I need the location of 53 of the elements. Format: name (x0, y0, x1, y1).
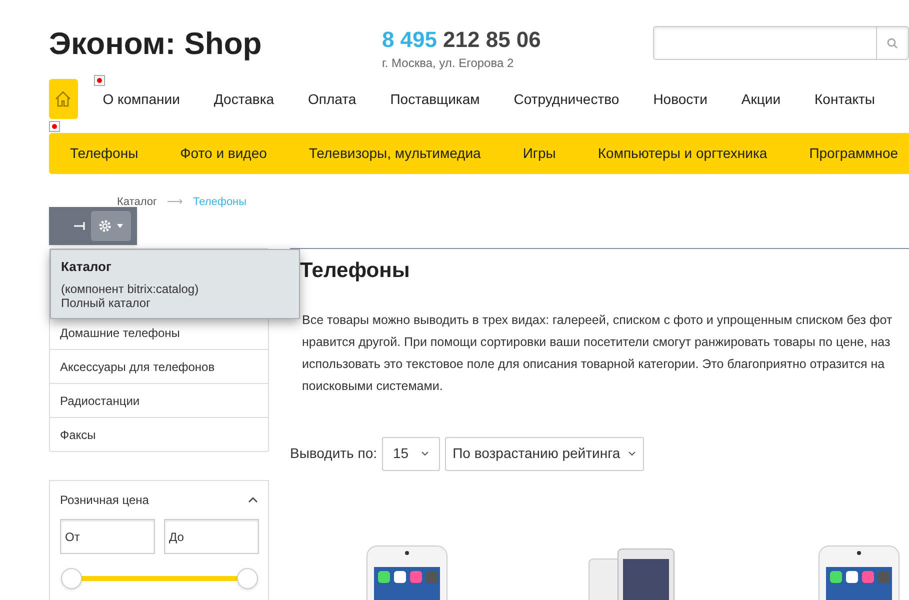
price-to-field[interactable]: До (164, 519, 259, 554)
settings-icon (97, 218, 113, 234)
sidebar-item[interactable]: Аксессуары для телефонов (50, 349, 268, 383)
chevron-down-icon (420, 451, 429, 456)
per-page-select[interactable]: 15 (382, 436, 440, 470)
search-icon[interactable] (887, 38, 898, 48)
slider-thumb[interactable] (237, 568, 258, 589)
broken-image-icon (94, 74, 105, 86)
catalog-menu-link[interactable]: Игры (522, 143, 556, 164)
popup-title: Каталог (61, 258, 112, 276)
search-field[interactable] (652, 26, 909, 60)
phone-number: 212 85 06 (443, 26, 541, 54)
price-slider[interactable] (60, 568, 258, 591)
top-menu-link[interactable]: Сотрудничество (514, 88, 620, 110)
top-menu-link[interactable]: Оплата (308, 88, 356, 110)
description-text: нравится другой. При помощи сортировки ваши посетители смогут ранжировать товары по цене, наз (301, 334, 892, 351)
catalog-menu-link[interactable]: Программное (809, 143, 898, 164)
top-menu-link[interactable]: Новости (653, 88, 708, 110)
catalog-menu-link[interactable]: Телефоны (70, 143, 138, 164)
page-title: Телефоны (299, 258, 411, 284)
broken-image-icon (49, 120, 60, 132)
breadcrumb-separator: ⟶ (167, 194, 183, 210)
home-icon (54, 90, 72, 108)
settings-button[interactable] (91, 211, 131, 241)
description-text: поисковыми системами. (301, 378, 444, 394)
description-text: Все товары можно выводить в трех видах: галереей, списком с фото и упрощенным списком без фот (301, 312, 894, 329)
description-text: использовать это текстовое поле для описания товарной категории. Это благоприятно отразится на (301, 356, 886, 373)
address-text: г. Москва, ул. Егорова 2 (382, 55, 515, 72)
top-menu-link[interactable]: Акции (741, 88, 781, 110)
filter-title: Розничная цена (60, 492, 149, 509)
top-menu-link[interactable]: О компании (102, 88, 180, 110)
sort-select[interactable]: По возрастанию рейтинга (444, 436, 644, 470)
phone-code: 8 495 (382, 26, 438, 54)
chevron-icon[interactable] (248, 497, 258, 503)
catalog-menu-link[interactable]: Компьютеры и оргтехника (598, 143, 768, 164)
caret-icon (117, 224, 123, 228)
top-menu-link[interactable]: Поставщикам (390, 88, 480, 110)
top-menu-link[interactable]: Доставка (214, 88, 274, 110)
top-menu-link[interactable]: Контакты (814, 88, 875, 110)
sort-label: Выводить по: (290, 444, 378, 463)
site-logo[interactable]: Эконом: Shop (49, 26, 382, 62)
catalog-menu-link[interactable]: Фото и видео (180, 143, 267, 164)
catalog-menu-link[interactable]: Телевизоры, мультимедиа (308, 143, 481, 164)
pin-icon[interactable] (73, 221, 87, 231)
slider-thumb[interactable] (61, 568, 82, 589)
sidebar-item[interactable]: Радиостанции (50, 383, 268, 417)
price-from-field[interactable]: От (60, 519, 155, 554)
chevron-down-icon (628, 451, 636, 456)
breadcrumb-link[interactable]: Каталог (117, 194, 157, 210)
popup-description: Полный каталог (61, 296, 152, 310)
popup-component: (компонент bitrix:catalog) (61, 282, 200, 296)
home-button[interactable] (49, 79, 78, 119)
sidebar-item[interactable]: Факсы (50, 417, 268, 451)
